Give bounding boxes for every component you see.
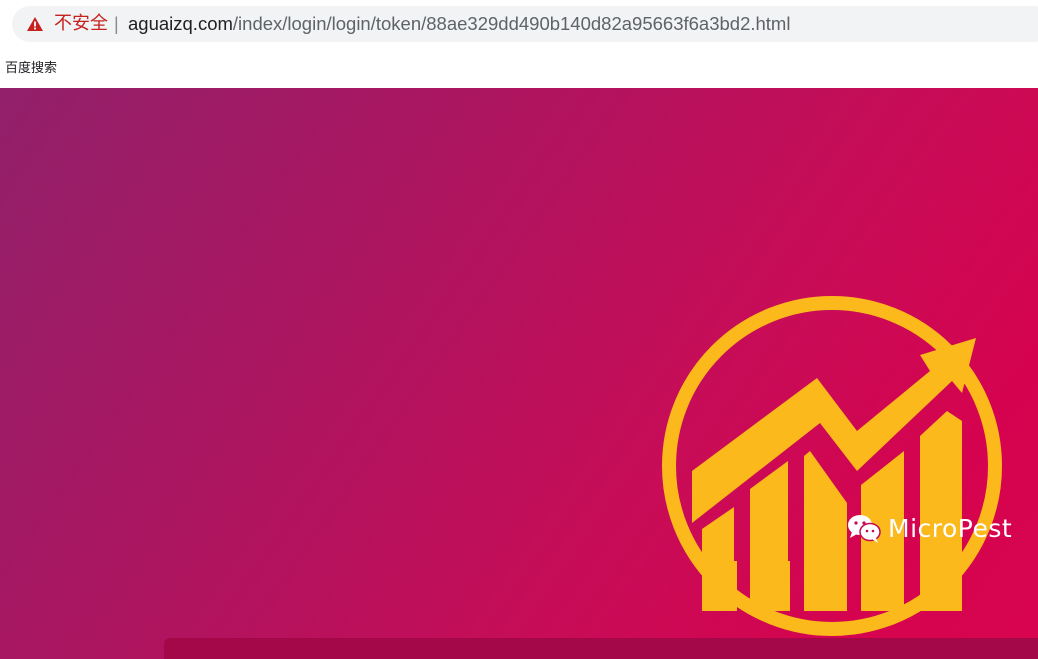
bookmarks-bar: 百度搜索 xyxy=(0,50,1038,88)
url-host: aguaizq.com xyxy=(128,13,233,34)
browser-toolbar: 不安全 | aguaizq.com/index/login/login/toke… xyxy=(0,0,1038,50)
login-panel-edge xyxy=(164,638,1038,659)
page-content xyxy=(0,88,1038,659)
url-text[interactable]: aguaizq.com/index/login/login/token/88ae… xyxy=(128,14,790,34)
growth-chart-logo-icon xyxy=(662,296,1002,636)
watermark-text: MicroPest xyxy=(888,513,1013,543)
address-separator: | xyxy=(114,14,119,34)
watermark: MicroPest xyxy=(846,511,1012,545)
not-secure-label[interactable]: 不安全 xyxy=(54,14,108,34)
warning-icon[interactable] xyxy=(26,16,44,32)
wechat-icon xyxy=(848,515,881,543)
address-bar[interactable]: 不安全 | aguaizq.com/index/login/login/toke… xyxy=(12,6,1038,42)
url-path: /index/login/login/token/88ae329dd490b14… xyxy=(232,13,791,34)
bookmark-baidu-search[interactable]: 百度搜索 xyxy=(5,57,57,76)
